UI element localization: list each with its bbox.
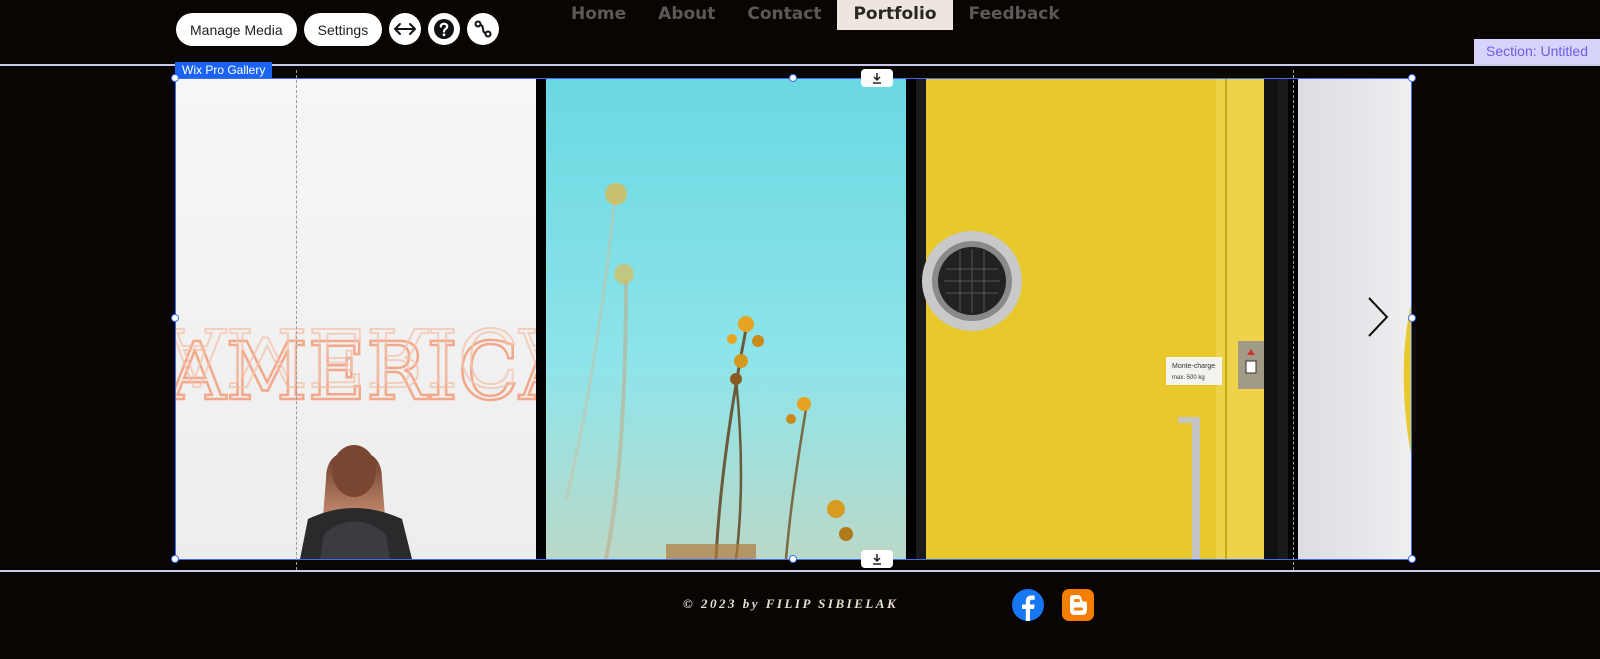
section-badge[interactable]: Section: Untitled [1474, 39, 1600, 64]
stretch-icon [394, 23, 417, 35]
chevron-right-icon[interactable] [1366, 296, 1390, 338]
door-sign-line1: Monte-charge [1172, 363, 1215, 370]
connect-icon [474, 20, 492, 38]
resize-handle-right[interactable] [1408, 314, 1416, 322]
gridline-left [296, 70, 297, 570]
nav-contact[interactable]: Contact [731, 0, 837, 30]
help-icon [434, 19, 455, 39]
gallery-tag[interactable]: Wix Pro Gallery [175, 62, 273, 78]
gallery-item-door[interactable]: Monte-charge max. 500 kg [916, 79, 1288, 559]
resize-handle-bottom-right[interactable] [1408, 555, 1416, 563]
neon-america-sign-photo: AMERICA AMERICA [176, 309, 536, 559]
resize-handle-top-left[interactable] [171, 74, 179, 82]
nav-portfolio[interactable]: Portfolio [837, 0, 953, 30]
gridline-right [1293, 70, 1294, 570]
resize-handle-top-right[interactable] [1408, 74, 1416, 82]
blogger-icon[interactable] [1062, 589, 1094, 621]
nav-home[interactable]: Home [555, 0, 642, 30]
help-button[interactable] [428, 13, 461, 45]
stretch-bottom-button[interactable] [861, 550, 893, 568]
section-bottom-guide [0, 570, 1600, 572]
gallery-toolbar: Manage Media Settings [176, 13, 500, 46]
yellow-flowers-sky-photo [564, 183, 853, 559]
connect-button[interactable] [467, 13, 500, 45]
partial-yellow-wall-photo [1403, 304, 1411, 454]
yellow-elevator-door-photo: Monte-charge max. 500 kg [922, 79, 1278, 559]
resize-handle-bottom-left[interactable] [171, 555, 179, 563]
facebook-icon[interactable] [1012, 589, 1044, 621]
manage-media-button[interactable]: Manage Media [176, 13, 297, 46]
settings-button[interactable]: Settings [303, 13, 383, 46]
resize-handle-left[interactable] [171, 314, 179, 322]
gallery-item-flowers[interactable] [546, 79, 906, 559]
pro-gallery[interactable]: AMERICA AMERICA [175, 78, 1412, 560]
neon-reflection-text: AMERICA [176, 310, 536, 403]
stretch-button[interactable] [389, 13, 422, 45]
download-icon [873, 554, 881, 565]
door-sign-line2: max. 500 kg [1172, 375, 1205, 381]
resize-handle-bottom[interactable] [789, 555, 797, 563]
download-icon [873, 73, 881, 84]
nav-about[interactable]: About [642, 0, 731, 30]
site-nav: Home About Contact Portfolio Feedback [555, 0, 1076, 34]
footer-copyright: © 2023 by FILIP SIBIELAK [683, 596, 899, 611]
nav-feedback[interactable]: Feedback [953, 0, 1076, 30]
gallery-item-neon[interactable]: AMERICA AMERICA [176, 79, 536, 559]
gallery-item-wall[interactable] [1298, 79, 1411, 559]
resize-handle-top[interactable] [789, 74, 797, 82]
stretch-top-button[interactable] [861, 69, 893, 87]
